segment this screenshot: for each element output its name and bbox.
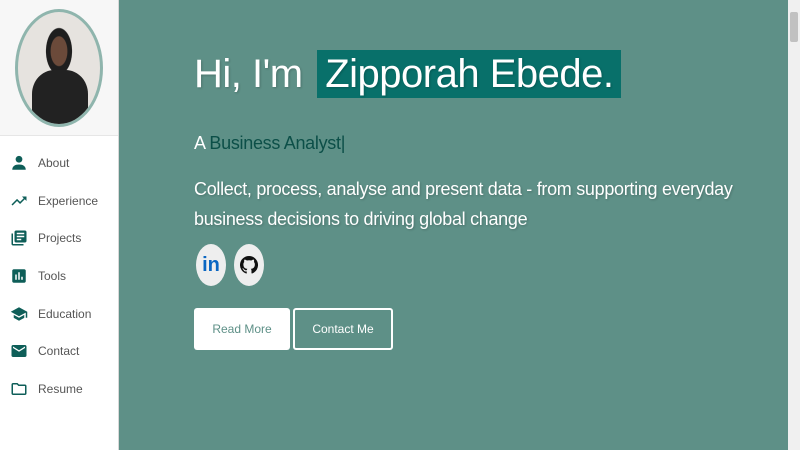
sidebar: About Experience Projects Tools Educatio…	[0, 0, 119, 450]
person-icon	[12, 155, 26, 170]
sidebar-item-label: Experience	[38, 193, 99, 208]
trending-up-icon	[11, 196, 27, 206]
sidebar-item-projects[interactable]: Projects	[0, 219, 118, 257]
name-highlight: Zipporah Ebede.	[317, 50, 622, 98]
github-link[interactable]	[234, 244, 264, 286]
sidebar-nav: About Experience Projects Tools Educatio…	[0, 136, 118, 408]
mail-icon	[11, 345, 27, 358]
read-more-button[interactable]: Read More	[194, 308, 290, 350]
role-prefix: A	[194, 133, 205, 153]
library-books-icon	[11, 230, 27, 246]
avatar	[15, 8, 103, 127]
sidebar-item-resume[interactable]: Resume	[0, 370, 118, 408]
social-links: in	[196, 244, 264, 286]
sidebar-item-label: Tools	[38, 268, 67, 283]
folder-icon	[11, 382, 27, 395]
greeting: Hi, I'm	[194, 52, 303, 96]
github-icon	[240, 256, 258, 274]
school-icon	[10, 306, 28, 321]
sidebar-item-education[interactable]: Education	[0, 295, 118, 333]
sidebar-item-experience[interactable]: Experience	[0, 182, 118, 220]
sidebar-item-label: Resume	[38, 381, 83, 396]
contact-me-button[interactable]: Contact Me	[293, 308, 393, 350]
linkedin-icon: in	[202, 253, 220, 276]
role-text: Business Analyst|	[209, 133, 346, 153]
sidebar-item-label: Projects	[38, 231, 82, 246]
hero-description: Collect, process, analyse and present da…	[194, 179, 733, 229]
linkedin-link[interactable]: in	[196, 244, 226, 286]
role-line: A Business Analyst|	[194, 133, 345, 154]
profile-header	[0, 0, 118, 136]
bar-chart-icon	[12, 269, 26, 283]
sidebar-item-label: About	[38, 155, 70, 170]
hero-buttons: Read More Contact Me	[194, 308, 393, 350]
sidebar-item-label: Education	[38, 306, 92, 321]
scrollbar-thumb[interactable]	[790, 12, 798, 42]
hero-title: Hi, I'm Zipporah Ebede.	[194, 50, 622, 98]
sidebar-item-contact[interactable]: Contact	[0, 332, 118, 370]
sidebar-item-label: Contact	[38, 344, 80, 359]
sidebar-item-about[interactable]: About	[0, 144, 118, 182]
scrollbar[interactable]	[788, 0, 800, 450]
sidebar-item-tools[interactable]: Tools	[0, 257, 118, 295]
